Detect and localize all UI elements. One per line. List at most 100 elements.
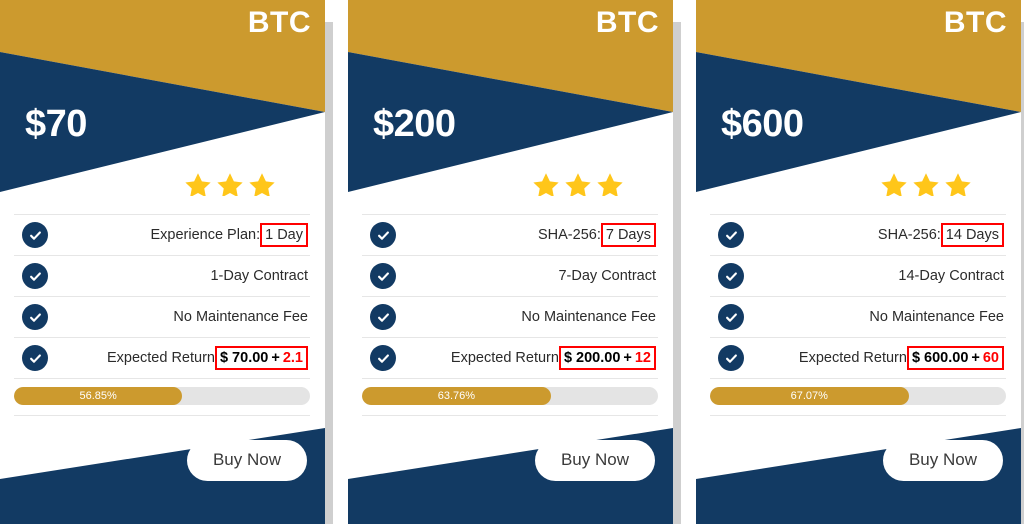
card-footer: Buy Now <box>0 418 325 524</box>
feature-text: 7-Day Contract <box>396 268 658 284</box>
currency-label: BTC <box>247 6 311 39</box>
feature-label: 14-Day Contract <box>898 268 1004 284</box>
expected-return-gain: 60 <box>982 349 999 366</box>
divider <box>710 415 1006 416</box>
star-icon <box>943 171 973 196</box>
star-icon <box>879 171 909 196</box>
feature-text: SHA-256: 14 Days <box>744 222 1006 248</box>
check-circle-icon <box>718 345 744 371</box>
pricing-card: BTC $200 SHA-256: 7 Days 7-Day Contract No Ma… <box>348 0 681 524</box>
card-header: BTC $600 <box>696 0 1021 196</box>
pricing-plans-screen: BTC $70 Experience Plan: 1 Day 1-Day Contrac… <box>0 0 1024 524</box>
currency-label: BTC <box>943 6 1007 39</box>
check-circle-icon <box>370 304 396 330</box>
card-header: BTC $200 <box>348 0 673 196</box>
feature-row-expected-return: Expected Return $ 200.00 +12 <box>362 337 658 379</box>
progress-fill: 63.76% <box>362 387 551 405</box>
feature-value-highlight: 14 Days <box>940 222 1004 248</box>
feature-row: 14-Day Contract <box>710 255 1006 296</box>
buy-now-button[interactable]: Buy Now <box>534 440 655 481</box>
feature-list: Experience Plan: 1 Day 1-Day Contract No Ma… <box>14 214 310 379</box>
pricing-card: BTC $70 Experience Plan: 1 Day 1-Day Contrac… <box>0 0 333 524</box>
feature-text: SHA-256: 7 Days <box>396 222 658 248</box>
star-icon <box>183 171 213 196</box>
feature-text: Experience Plan: 1 Day <box>48 222 310 248</box>
feature-label: No Maintenance Fee <box>869 309 1004 325</box>
progress-bar: 63.76% <box>362 387 658 405</box>
plan-price: $600 <box>721 103 804 145</box>
expected-return-highlight: $ 70.00 +2.1 <box>214 345 308 371</box>
feature-row: Experience Plan: 1 Day <box>14 214 310 255</box>
buy-now-button[interactable]: Buy Now <box>882 440 1003 481</box>
feature-row: No Maintenance Fee <box>710 296 1006 337</box>
check-circle-icon <box>718 222 744 248</box>
expected-return-gain: 12 <box>634 349 651 366</box>
progress-fill: 67.07% <box>710 387 909 405</box>
feature-label: SHA-256: <box>537 227 601 243</box>
feature-row: 7-Day Contract <box>362 255 658 296</box>
expected-return-highlight: $ 600.00 +60 <box>906 345 1004 371</box>
expected-return-amount: $ 70.00 <box>219 349 269 366</box>
progress-bar: 67.07% <box>710 387 1006 405</box>
feature-row-expected-return: Expected Return $ 600.00 +60 <box>710 337 1006 379</box>
feature-list: SHA-256: 7 Days 7-Day Contract No Maintenan… <box>362 214 658 379</box>
expected-return-label: Expected Return <box>798 350 907 366</box>
feature-label: No Maintenance Fee <box>173 309 308 325</box>
feature-text: No Maintenance Fee <box>48 309 310 325</box>
card-footer: Buy Now <box>696 418 1021 524</box>
feature-value-highlight: 1 Day <box>260 222 308 248</box>
feature-text: No Maintenance Fee <box>396 309 658 325</box>
feature-text: 14-Day Contract <box>744 268 1006 284</box>
card-edge-shadow <box>673 22 681 524</box>
card-body: BTC $600 SHA-256: 14 Days 14-Day Contract No … <box>696 0 1021 524</box>
feature-row: SHA-256: 7 Days <box>362 214 658 255</box>
divider <box>14 415 310 416</box>
check-circle-icon <box>370 263 396 289</box>
star-rating <box>531 171 625 196</box>
star-rating <box>183 171 277 196</box>
expected-return-amount: $ 200.00 <box>563 349 621 366</box>
expected-return-text: Expected Return $ 200.00 +12 <box>396 345 658 371</box>
buy-now-button[interactable]: Buy Now <box>186 440 307 481</box>
divider <box>362 415 658 416</box>
card-edge-shadow <box>325 22 333 524</box>
expected-return-highlight: $ 200.00 +12 <box>558 345 656 371</box>
check-circle-icon <box>22 304 48 330</box>
feature-label: 7-Day Contract <box>558 268 656 284</box>
check-circle-icon <box>22 345 48 371</box>
expected-return-label: Expected Return <box>450 350 559 366</box>
check-circle-icon <box>22 263 48 289</box>
check-circle-icon <box>370 222 396 248</box>
star-icon <box>215 171 245 196</box>
star-icon <box>563 171 593 196</box>
pricing-card: BTC $600 SHA-256: 14 Days 14-Day Contract No … <box>696 0 1024 524</box>
check-circle-icon <box>718 263 744 289</box>
check-circle-icon <box>718 304 744 330</box>
star-rating <box>879 171 973 196</box>
feature-row: SHA-256: 14 Days <box>710 214 1006 255</box>
plan-price: $200 <box>373 103 456 145</box>
feature-row: 1-Day Contract <box>14 255 310 296</box>
feature-row-expected-return: Expected Return $ 70.00 +2.1 <box>14 337 310 379</box>
currency-label: BTC <box>595 6 659 39</box>
expected-return-plus: + <box>971 349 980 366</box>
pricing-card-list: BTC $70 Experience Plan: 1 Day 1-Day Contrac… <box>0 0 1024 524</box>
expected-return-text: Expected Return $ 70.00 +2.1 <box>48 345 310 371</box>
star-icon <box>911 171 941 196</box>
card-footer: Buy Now <box>348 418 673 524</box>
expected-return-amount: $ 600.00 <box>911 349 969 366</box>
feature-label: No Maintenance Fee <box>521 309 656 325</box>
expected-return-text: Expected Return $ 600.00 +60 <box>744 345 1006 371</box>
progress-fill: 56.85% <box>14 387 183 405</box>
card-body: BTC $200 SHA-256: 7 Days 7-Day Contract No Ma… <box>348 0 673 524</box>
feature-row: No Maintenance Fee <box>14 296 310 337</box>
star-icon <box>595 171 625 196</box>
feature-value-highlight: 7 Days <box>600 222 656 248</box>
feature-row: No Maintenance Fee <box>362 296 658 337</box>
star-icon <box>531 171 561 196</box>
feature-label: Experience Plan: <box>150 227 261 243</box>
feature-list: SHA-256: 14 Days 14-Day Contract No Mainten… <box>710 214 1006 379</box>
card-header: BTC $70 <box>0 0 325 196</box>
expected-return-gain: 2.1 <box>282 349 303 366</box>
plan-price: $70 <box>25 103 87 145</box>
